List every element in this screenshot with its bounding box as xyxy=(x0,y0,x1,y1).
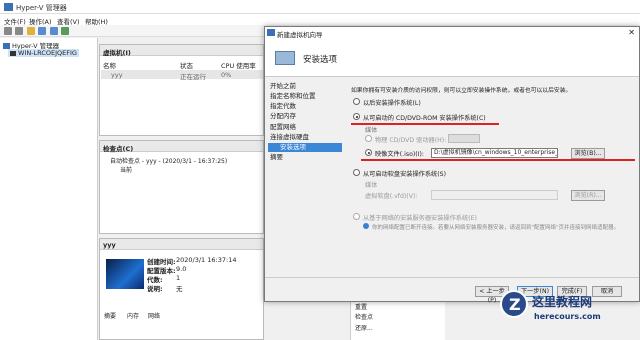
show-pane-icon[interactable] xyxy=(61,27,69,35)
footer-divider xyxy=(265,277,639,278)
menu-bar: 文件(F) 操作(A) 查看(V) 帮助(H) xyxy=(0,14,640,26)
label-install-floppy: 从可启动软盘安装操作系统(S) xyxy=(363,171,447,178)
tree-host[interactable]: WIN-LRCOEJQEFIG xyxy=(8,49,79,57)
tab-network[interactable]: 网络 xyxy=(148,311,160,320)
field-value: 9.0 xyxy=(176,265,187,273)
wizard-nav: 开始之前 指定名称和位置 指定代数 分配内存 配置网络 连接虚拟硬盘 安装选项 … xyxy=(265,77,343,257)
wizard-heading: 安装选项 xyxy=(303,55,338,65)
vm-state: 正在运行 xyxy=(180,73,206,81)
app-titlebar: Hyper-V 管理器 xyxy=(0,0,640,14)
vm-thumbnail xyxy=(106,259,144,289)
wizard-icon xyxy=(267,29,275,36)
browse-floppy-button[interactable]: 浏览(R)... xyxy=(571,190,605,201)
browse-button[interactable]: 浏览(B)... xyxy=(571,148,605,159)
hyperv-app-icon xyxy=(4,3,13,11)
radio-install-floppy[interactable] xyxy=(353,169,360,176)
label-install-cd: 从可启动的 CD/DVD-ROM 安装操作系统(C) xyxy=(363,115,486,122)
red-underline xyxy=(361,159,635,161)
checkpoint-item[interactable]: 自动检查点 - yyy - (2020/3/1 - 16:37:25) xyxy=(110,156,227,165)
nav-before-you-begin[interactable]: 开始之前 xyxy=(268,82,342,91)
col-name[interactable]: 名称 xyxy=(103,60,116,70)
nav-install-options[interactable]: 安装选项 xyxy=(268,143,342,152)
action-reset[interactable]: 重置 xyxy=(355,302,367,311)
close-icon[interactable]: ✕ xyxy=(628,28,635,37)
table-row[interactable]: yyy 正在运行 0% xyxy=(101,70,263,81)
media-label: 媒体 xyxy=(365,127,378,134)
navigation-tree: Hyper-V 管理器 WIN-LRCOEJQEFIG xyxy=(0,38,98,340)
tab-memory[interactable]: 内存 xyxy=(127,311,139,320)
label-vfd: 虚拟软盘(.vfd)(V): xyxy=(365,193,418,200)
iso-path-input[interactable]: D:\虚拟机镜像\cn_windows_10_enterprise_x64_dv… xyxy=(431,148,558,158)
radio-install-later[interactable] xyxy=(353,98,360,105)
nav-memory[interactable]: 分配内存 xyxy=(268,112,342,121)
properties-icon[interactable] xyxy=(38,27,46,35)
radio-iso[interactable] xyxy=(365,149,372,156)
vm-cpu: 0% xyxy=(221,71,232,79)
forward-icon[interactable] xyxy=(15,27,23,35)
field-value: 无 xyxy=(176,285,183,293)
details-panel-title: yyy xyxy=(100,239,263,250)
computer-icon xyxy=(10,50,16,56)
install-options-icon xyxy=(275,51,295,65)
nav-generation[interactable]: 指定代数 xyxy=(268,102,342,111)
actions-pane: 重置 检查点 还原... xyxy=(350,302,445,340)
wizard-content: 如果你拥有可安装介质的访问权限，则可以立即安装操作系统，或者也可以以后安装。 以… xyxy=(343,77,640,287)
floppy-media-label: 媒体 xyxy=(365,182,378,189)
checkpoint-panel: 检查点(C) 自动检查点 - yyy - (2020/3/1 - 16:37:2… xyxy=(99,140,264,234)
folder-icon[interactable] xyxy=(27,27,35,35)
intro-text: 如果你拥有可安装介质的访问权限，则可以立即安装操作系统，或者也可以以后安装。 xyxy=(351,88,572,94)
field-value: 2020/3/1 16:37:14 xyxy=(176,256,237,264)
watermark-name: 这里教程网 xyxy=(532,295,593,309)
col-state[interactable]: 状态 xyxy=(180,60,193,70)
vfd-path-input[interactable] xyxy=(431,190,558,200)
radio-install-cd[interactable] xyxy=(353,113,360,120)
help-icon[interactable] xyxy=(50,27,58,35)
field-value: 1 xyxy=(176,274,181,282)
vm-panel: 虚拟机(I) 名称 状态 CPU 使用率 yyy 正在运行 0% xyxy=(99,44,264,136)
col-cpu[interactable]: CPU 使用率 xyxy=(221,60,256,70)
vm-name: yyy xyxy=(111,71,123,79)
back-icon[interactable] xyxy=(4,27,12,35)
wizard-title: 新建虚拟机向导 xyxy=(277,31,323,39)
label-physical-cd: 物理 CD/DVD 驱动器(H): xyxy=(375,137,447,144)
label-install-later: 以后安装操作系统(L) xyxy=(363,100,421,107)
checkpoint-panel-title: 检查点(C) xyxy=(100,141,263,153)
network-note: 你的网络配置已断开连接。若要从网络安装服务器安装，请返回到"配置网络"页并连接到… xyxy=(372,225,620,231)
physical-cd-select[interactable] xyxy=(448,134,480,143)
vm-panel-title: 虚拟机(I) xyxy=(100,45,263,57)
new-vm-wizard: 新建虚拟机向导 ✕ 安装选项 开始之前 指定名称和位置 指定代数 分配内存 配置… xyxy=(264,26,640,304)
nav-network[interactable]: 配置网络 xyxy=(268,123,342,132)
cancel-button[interactable]: 取消 xyxy=(592,286,622,297)
app-title: Hyper-V 管理器 xyxy=(16,4,67,12)
tab-summary[interactable]: 摘要 xyxy=(104,311,116,320)
radio-physical-cd[interactable] xyxy=(365,135,372,142)
radio-install-network[interactable] xyxy=(353,213,360,220)
field-label: 说明: xyxy=(147,285,163,293)
action-checkpoint[interactable]: 检查点 xyxy=(355,312,373,321)
nav-disk[interactable]: 连接虚拟硬盘 xyxy=(268,133,342,142)
action-revert[interactable]: 还原... xyxy=(355,323,373,332)
nav-summary[interactable]: 摘要 xyxy=(268,153,342,162)
checkpoint-current[interactable]: 当前 xyxy=(120,165,132,174)
label-iso: 映像文件(.iso)(I): xyxy=(375,151,425,158)
label-install-network: 从基于网络的安装服务器安装操作系统(E) xyxy=(363,215,477,222)
nav-name-location[interactable]: 指定名称和位置 xyxy=(268,92,342,101)
details-panel: yyy 创建时间: 2020/3/1 16:37:14 配置版本: 9.0 代数… xyxy=(99,238,264,340)
info-icon xyxy=(363,223,369,229)
watermark-url: herecours.com xyxy=(534,312,601,321)
wizard-titlebar: 新建虚拟机向导 ✕ xyxy=(265,27,639,39)
watermark-logo: Z xyxy=(500,290,528,318)
wizard-header: 安装选项 xyxy=(265,39,639,77)
